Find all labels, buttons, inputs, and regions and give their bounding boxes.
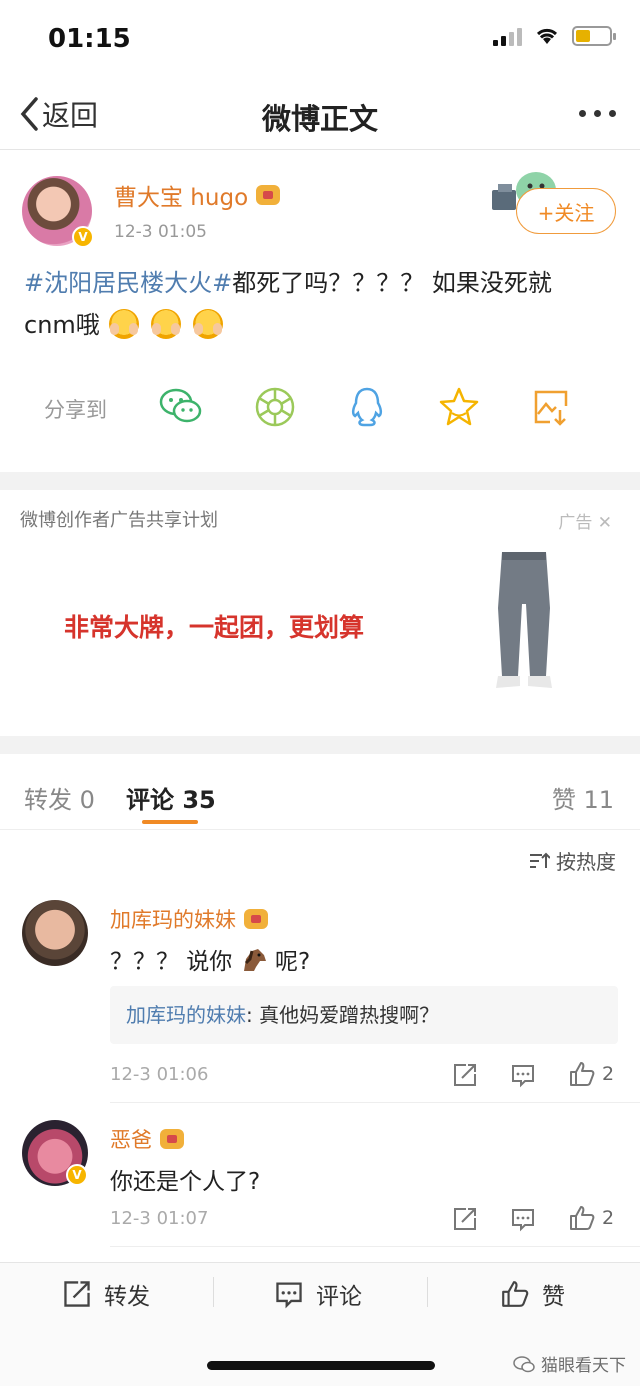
sort-button[interactable]: 按热度 bbox=[528, 846, 616, 875]
verified-badge-icon: V bbox=[66, 1164, 88, 1186]
page-title: 微博正文 bbox=[261, 102, 378, 136]
like-button[interactable]: 2 bbox=[568, 1204, 614, 1232]
star-icon[interactable] bbox=[436, 384, 482, 430]
status-bar: 01:15 bbox=[0, 0, 640, 80]
active-tab-indicator bbox=[142, 820, 198, 824]
hashtag-link[interactable]: #沈阳居民楼大火# bbox=[24, 269, 232, 297]
repost-icon[interactable] bbox=[452, 1206, 478, 1232]
home-indicator[interactable] bbox=[207, 1361, 435, 1370]
section-divider bbox=[0, 736, 640, 754]
vip-crown-icon bbox=[160, 1129, 184, 1149]
like-count: 2 bbox=[602, 1207, 615, 1229]
repost-icon[interactable] bbox=[452, 1062, 478, 1088]
post-card: V 曹大宝 hugo 12-3 01:05 +关注 #沈阳居民楼大火#都死了吗？… bbox=[0, 150, 640, 472]
sort-icon bbox=[530, 852, 550, 868]
more-menu-icon[interactable] bbox=[579, 110, 616, 117]
tab-repost[interactable]: 转发 0 bbox=[24, 780, 95, 815]
repost-button[interactable]: 转发 bbox=[62, 1277, 150, 1311]
post-time: 12-3 01:05 bbox=[114, 222, 207, 242]
qq-icon[interactable] bbox=[344, 384, 390, 430]
comment-time: 12-3 01:06 bbox=[110, 1064, 209, 1085]
comment-text-part1: ？？？ 说你 bbox=[110, 949, 233, 975]
comment-divider bbox=[110, 1102, 640, 1103]
save-image-icon[interactable] bbox=[528, 384, 574, 430]
tab-bar: 转发 0 评论 35 赞 11 bbox=[0, 754, 640, 830]
username-label: 曹大宝 hugo bbox=[114, 185, 249, 211]
wechat-icon[interactable] bbox=[158, 384, 204, 430]
vip-crown-icon bbox=[244, 909, 268, 929]
like-count: 2 bbox=[602, 1063, 615, 1085]
reply-text: : 真他妈爱蹭热搜啊？ bbox=[246, 1003, 440, 1027]
bar-separator bbox=[427, 1277, 428, 1307]
comment-text-part2: 呢? bbox=[274, 949, 311, 975]
status-icons bbox=[493, 26, 616, 46]
tab-comments[interactable]: 评论 35 bbox=[126, 780, 216, 815]
sort-label: 按热度 bbox=[556, 850, 616, 874]
post-username[interactable]: 曹大宝 hugo bbox=[114, 178, 281, 212]
comment-text: 你还是个人了? bbox=[110, 1169, 261, 1195]
moments-icon[interactable] bbox=[252, 384, 298, 430]
pants-product-image bbox=[496, 552, 552, 688]
ad-tag: 广告 bbox=[558, 513, 593, 533]
wifi-icon bbox=[536, 28, 558, 44]
close-icon: ✕ bbox=[597, 513, 612, 533]
battery-icon bbox=[572, 26, 616, 46]
commenter-name-label: 加库玛的妹妹 bbox=[110, 908, 236, 932]
commenter-avatar[interactable] bbox=[22, 900, 88, 966]
comment-reply-preview[interactable]: 加库玛的妹妹: 真他妈爱蹭热搜啊？ bbox=[110, 986, 618, 1044]
ad-close-button[interactable]: 广告 ✕ bbox=[558, 508, 612, 533]
shy-emoji-icon bbox=[109, 309, 140, 339]
follow-button[interactable]: +关注 bbox=[516, 188, 616, 234]
share-label: 分享到 bbox=[44, 398, 107, 422]
verified-badge-icon: V bbox=[72, 226, 94, 248]
thumbs-up-icon bbox=[570, 1062, 595, 1086]
like-button[interactable]: 赞 bbox=[500, 1277, 565, 1311]
thumbs-up-icon bbox=[502, 1281, 529, 1307]
shy-emoji-icon bbox=[192, 309, 223, 339]
signal-icon bbox=[493, 26, 522, 46]
tab-likes[interactable]: 赞 11 bbox=[552, 780, 614, 815]
wechat-watermark-icon bbox=[513, 1355, 535, 1372]
status-time: 01:15 bbox=[48, 24, 131, 54]
post-avatar[interactable]: V bbox=[22, 176, 94, 248]
horse-emoji-icon bbox=[243, 949, 266, 971]
ad-card[interactable]: 微博创作者广告共享计划 广告 ✕ 非常大牌，一起团，更划算 bbox=[0, 490, 640, 736]
post-content: #沈阳居民楼大火#都死了吗？？？？ 如果没死就 cnm哦 bbox=[24, 262, 620, 346]
reply-author[interactable]: 加库玛的妹妹 bbox=[126, 1003, 246, 1027]
comment-button[interactable]: 评论 bbox=[274, 1277, 362, 1311]
ad-slogan: 非常大牌，一起团，更划算 bbox=[64, 613, 365, 642]
bar-separator bbox=[213, 1277, 214, 1307]
section-divider bbox=[0, 472, 640, 490]
thumbs-up-icon bbox=[570, 1206, 595, 1230]
like-button[interactable]: 2 bbox=[568, 1060, 614, 1088]
share-row: 分享到 bbox=[0, 372, 640, 442]
comment-time: 12-3 01:07 bbox=[110, 1208, 209, 1229]
commenter-name[interactable]: 加库玛的妹妹 bbox=[110, 904, 268, 934]
vip-crown-icon bbox=[256, 185, 281, 205]
nav-bar: 返回 微博正文 bbox=[0, 80, 640, 150]
comment-icon bbox=[276, 1282, 302, 1309]
shy-emoji-icon bbox=[151, 309, 182, 339]
ad-label: 微博创作者广告共享计划 bbox=[20, 510, 218, 531]
post-text-line1: 都死了吗？？？？ 如果没死就 bbox=[232, 269, 552, 297]
comment-icon[interactable] bbox=[510, 1062, 536, 1088]
post-text-line2: cnm哦 bbox=[24, 311, 100, 339]
comment-text: ？？？ 说你 呢? bbox=[110, 942, 310, 976]
watermark: 猫眼看天下 bbox=[513, 1351, 626, 1376]
comment-icon[interactable] bbox=[510, 1206, 536, 1232]
comment-divider bbox=[110, 1246, 640, 1247]
comment-label: 评论 bbox=[316, 1284, 362, 1310]
commenter-name[interactable]: 恶爸 bbox=[110, 1124, 184, 1154]
like-label: 赞 bbox=[542, 1284, 565, 1310]
watermark-text: 猫眼看天下 bbox=[541, 1356, 626, 1376]
commenter-name-label: 恶爸 bbox=[110, 1128, 152, 1152]
repost-icon bbox=[64, 1281, 90, 1307]
repost-label: 转发 bbox=[104, 1284, 150, 1310]
bottom-action-bar: 转发 评论 赞 猫眼看天下 bbox=[0, 1262, 640, 1386]
